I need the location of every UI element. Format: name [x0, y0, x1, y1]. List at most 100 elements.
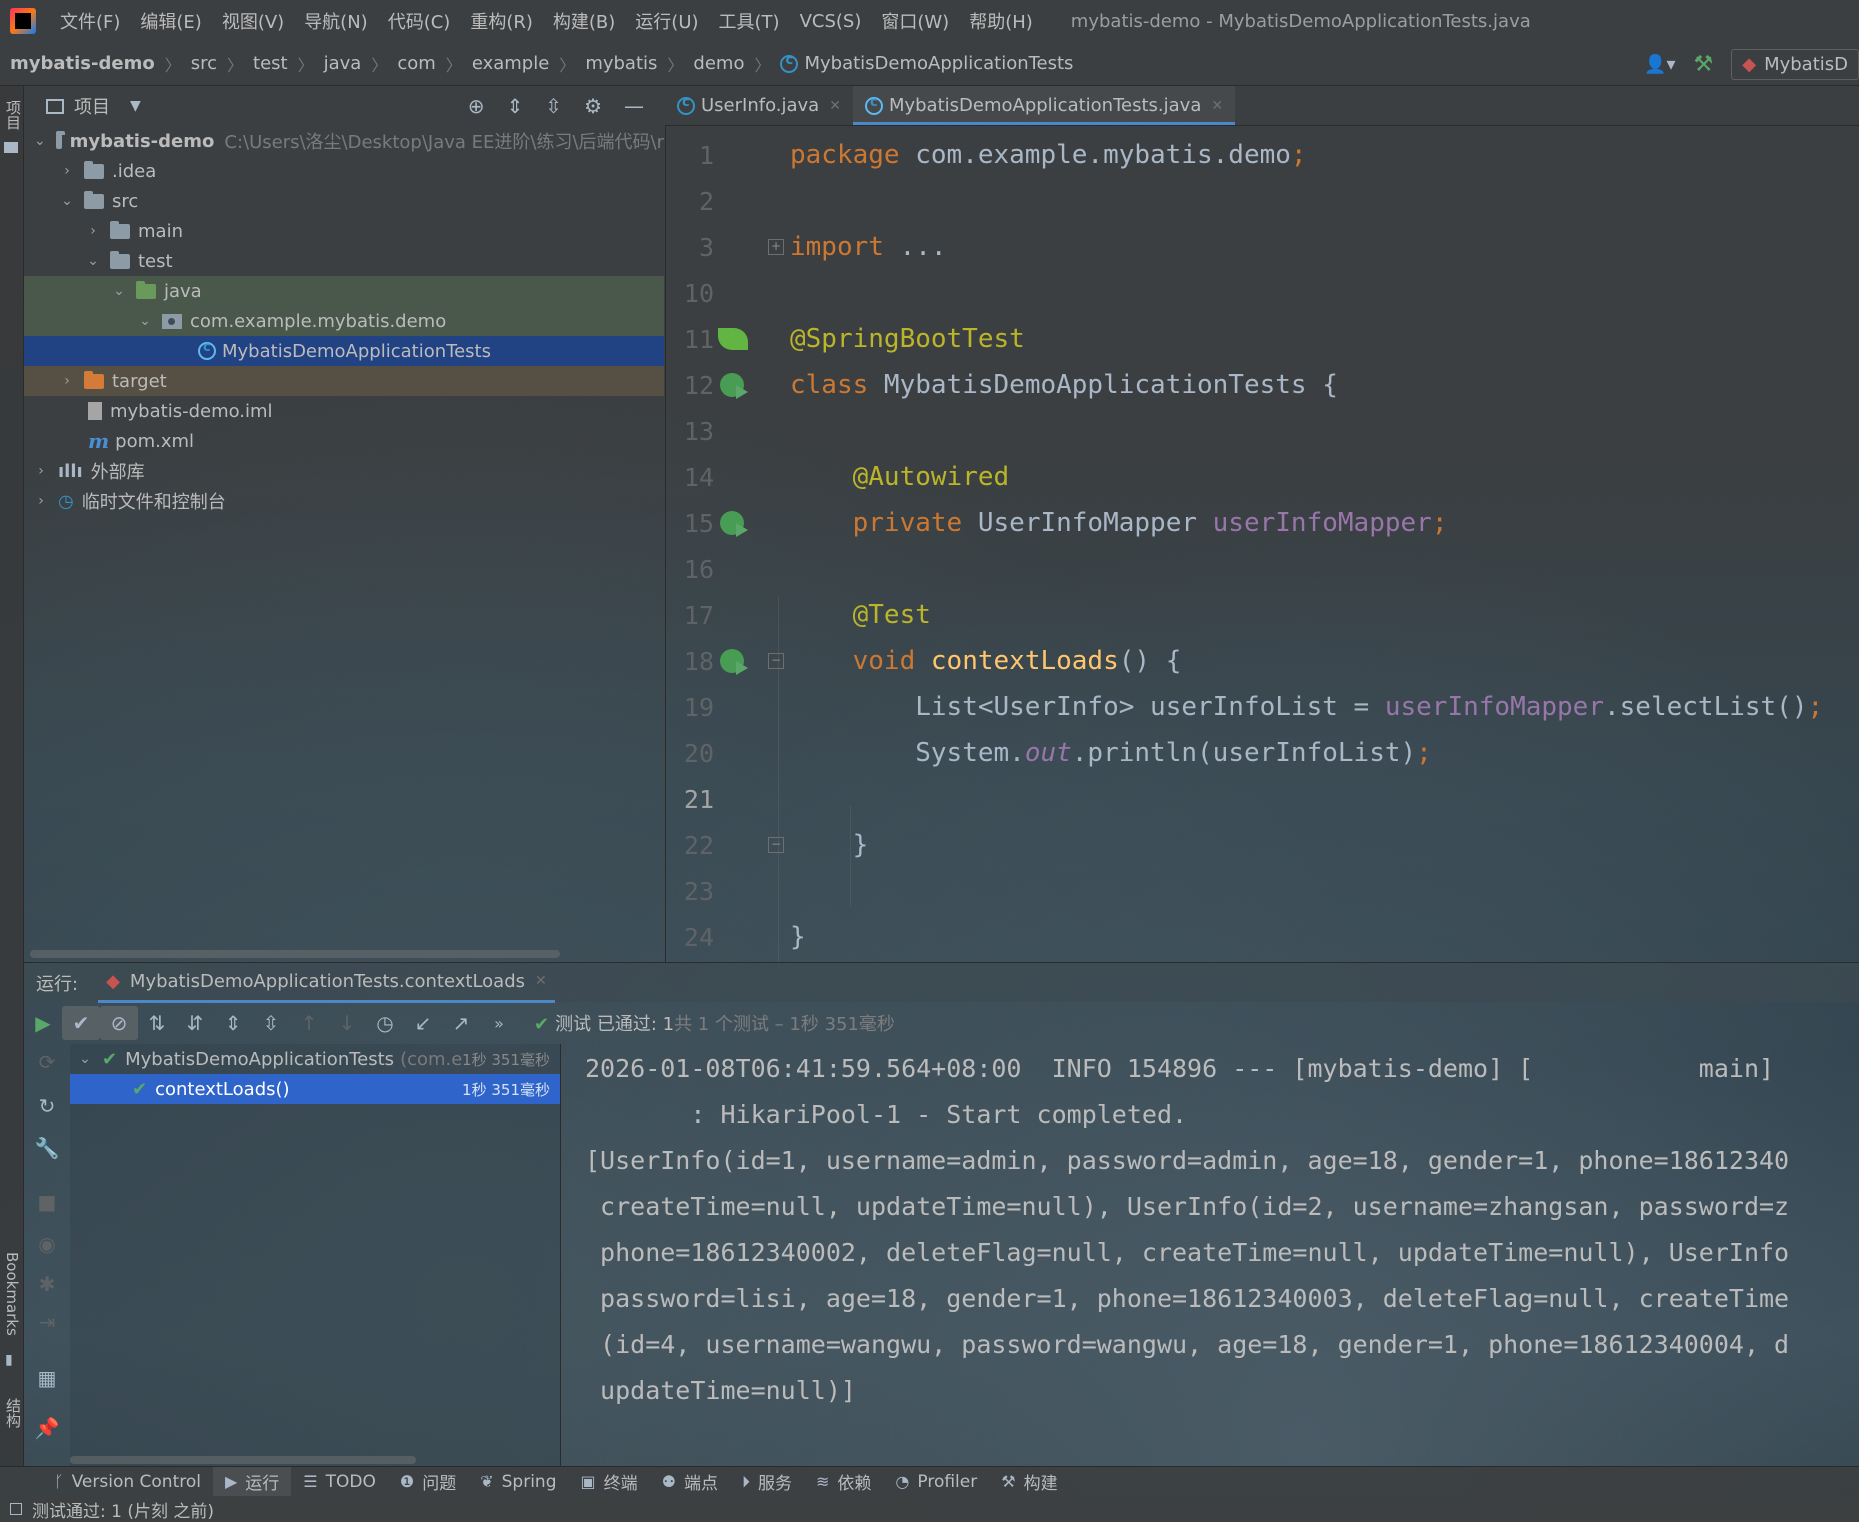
- tool-problems[interactable]: ❶ 问题: [388, 1467, 468, 1497]
- chevron-right-icon[interactable]: ›: [60, 163, 74, 179]
- tree-item-test[interactable]: ⌄ test: [24, 246, 664, 276]
- code-line[interactable]: 12 class MybatisDemoApplicationTests {: [666, 362, 1859, 408]
- layout-icon[interactable]: ▦: [34, 1366, 60, 1392]
- menu-vcs[interactable]: VCS(S): [790, 11, 872, 32]
- camera-icon[interactable]: ◉: [34, 1232, 60, 1258]
- breadcrumb-class[interactable]: MybatisDemoApplicationTests: [804, 53, 1073, 74]
- code-line[interactable]: 22 − }: [666, 822, 1859, 868]
- run-config-selector[interactable]: ◆ MybatisD: [1731, 48, 1859, 80]
- project-tool-button[interactable]: 项目: [3, 100, 24, 130]
- menu-edit[interactable]: 编辑(E): [130, 8, 211, 34]
- breadcrumb-com[interactable]: com: [397, 53, 435, 74]
- tool-build[interactable]: ⚒ 构建: [989, 1467, 1069, 1497]
- folder-icon[interactable]: [4, 142, 18, 153]
- breadcrumb-src[interactable]: src: [191, 53, 217, 74]
- locate-icon[interactable]: ⊕: [468, 94, 485, 118]
- tree-item-pom[interactable]: m pom.xml: [24, 426, 664, 456]
- tool-endpoints[interactable]: ⚉ 端点: [650, 1467, 730, 1497]
- import-tests-icon[interactable]: ↙: [404, 1006, 442, 1040]
- export-tests-icon[interactable]: ↗: [442, 1006, 480, 1040]
- menu-code[interactable]: 代码(C): [378, 8, 461, 34]
- run-tab[interactable]: ◆ MybatisDemoApplicationTests.contextLoa…: [98, 963, 555, 1003]
- more-icon[interactable]: »: [480, 1006, 518, 1040]
- run-test-icon[interactable]: [720, 373, 748, 399]
- menu-refactor[interactable]: 重构(R): [460, 8, 543, 34]
- tree-item-package[interactable]: ⌄ com.example.mybatis.demo: [24, 306, 664, 336]
- tab-userinfo[interactable]: UserInfo.java ✕: [665, 86, 853, 125]
- show-passed-icon[interactable]: ✔: [62, 1006, 100, 1040]
- close-icon[interactable]: ✕: [829, 98, 841, 114]
- tool-services[interactable]: ⏵ 服务: [730, 1467, 804, 1497]
- expand-all-icon[interactable]: ⇕: [214, 1006, 252, 1040]
- close-icon[interactable]: ✕: [535, 973, 547, 989]
- code-line[interactable]: 11 @SpringBootTest: [666, 316, 1859, 362]
- code-line[interactable]: 13: [666, 408, 1859, 454]
- code-line[interactable]: 2: [666, 178, 1859, 224]
- breadcrumb-mybatis[interactable]: mybatis: [585, 53, 657, 74]
- code-line[interactable]: 24 }: [666, 914, 1859, 960]
- breadcrumb-demo[interactable]: demo: [693, 53, 744, 74]
- autowired-bean-icon[interactable]: [720, 511, 748, 537]
- bookmark-icon[interactable]: ▮: [5, 1352, 13, 1368]
- menu-tools[interactable]: 工具(T): [709, 8, 790, 34]
- menu-window[interactable]: 窗口(W): [871, 8, 959, 34]
- code-editor[interactable]: 1 package com.example.mybatis.demo; 2 3 …: [665, 126, 1859, 976]
- rerun-icon[interactable]: ▶: [24, 1006, 62, 1040]
- next-failed-icon[interactable]: ↓: [328, 1006, 366, 1040]
- code-line[interactable]: 18 − void contextLoads() {: [666, 638, 1859, 684]
- code-line[interactable]: 3 + import ...: [666, 224, 1859, 270]
- user-dropdown-icon[interactable]: 👤▾: [1644, 54, 1675, 75]
- tool-run[interactable]: ▶ 运行: [212, 1466, 292, 1497]
- bookmarks-tool-button[interactable]: Bookmarks: [3, 1252, 21, 1336]
- gear-icon[interactable]: ⚙: [584, 94, 602, 118]
- project-view-selector[interactable]: 项目: [74, 93, 110, 119]
- chevron-down-icon[interactable]: ⌄: [34, 133, 46, 149]
- menu-view[interactable]: 视图(V): [212, 8, 294, 34]
- code-line[interactable]: 14 @Autowired: [666, 454, 1859, 500]
- tool-dependencies[interactable]: ≋ 依赖: [804, 1467, 883, 1497]
- fold-collapse-icon[interactable]: −: [768, 653, 784, 669]
- test-history-icon[interactable]: ◷: [366, 1006, 404, 1040]
- breadcrumb-java[interactable]: java: [324, 53, 362, 74]
- fold-end-icon[interactable]: −: [768, 837, 784, 853]
- breadcrumb-project[interactable]: mybatis-demo: [10, 53, 155, 74]
- tool-terminal[interactable]: ▣ 终端: [569, 1467, 650, 1497]
- status-message[interactable]: 测试通过: 1 (片刻 之前): [32, 1497, 214, 1522]
- menu-run[interactable]: 运行(U): [625, 8, 708, 34]
- console-output[interactable]: 2026-01-08T06:41:59.564+08:00 INFO 15489…: [560, 1044, 1859, 1466]
- stop-icon[interactable]: ■: [34, 1190, 60, 1216]
- run-test-icon[interactable]: [720, 649, 748, 675]
- tab-mybatis-tests[interactable]: MybatisDemoApplicationTests.java ✕: [852, 86, 1236, 125]
- tree-item-external-libraries[interactable]: › ıllı 外部库: [24, 456, 664, 486]
- menu-build[interactable]: 构建(B): [543, 8, 625, 34]
- fold-expand-icon[interactable]: +: [768, 239, 784, 255]
- test-suite-row[interactable]: ⌄ ✔ MybatisDemoApplicationTests (com.e 1…: [70, 1044, 560, 1074]
- collapse-all-icon[interactable]: ⇳: [252, 1006, 290, 1040]
- sort-duration-icon[interactable]: ⇵: [176, 1006, 214, 1040]
- expand-all-icon[interactable]: ⇕: [507, 94, 524, 118]
- code-line[interactable]: 20 System.out.println(userInfoList);: [666, 730, 1859, 776]
- tree-item-scratches[interactable]: › ◷ 临时文件和控制台: [24, 486, 664, 516]
- tree-item-src[interactable]: ⌄ src: [24, 186, 664, 216]
- breadcrumb-example[interactable]: example: [472, 53, 549, 74]
- code-line-current[interactable]: 21: [666, 776, 1859, 822]
- test-tree-scrollbar[interactable]: [70, 1456, 416, 1464]
- structure-tool-button[interactable]: 结构: [3, 1398, 24, 1428]
- code-line[interactable]: 16: [666, 546, 1859, 592]
- pin-icon[interactable]: 📌: [34, 1416, 60, 1442]
- tool-todo[interactable]: ☰ TODO: [291, 1467, 388, 1497]
- status-square-icon[interactable]: [10, 1503, 22, 1515]
- collapse-all-icon[interactable]: ⇳: [545, 94, 562, 118]
- intellij-logo-icon[interactable]: [10, 8, 36, 34]
- build-hammer-icon[interactable]: ⚒: [1693, 52, 1713, 77]
- code-line[interactable]: 19 List<UserInfo> userInfoList = userInf…: [666, 684, 1859, 730]
- test-case-row[interactable]: ✔ contextLoads() 1秒 351毫秒: [70, 1074, 560, 1104]
- exit-icon[interactable]: ⇥: [34, 1310, 60, 1336]
- chevron-right-icon[interactable]: ›: [34, 493, 48, 509]
- tool-profiler[interactable]: ◔ Profiler: [883, 1467, 989, 1497]
- tree-item-test-class[interactable]: MybatisDemoApplicationTests: [24, 336, 664, 366]
- chevron-down-icon[interactable]: ⌄: [60, 193, 74, 209]
- tree-item-target[interactable]: › target: [24, 366, 664, 396]
- menu-navigate[interactable]: 导航(N): [294, 8, 378, 34]
- show-ignored-icon[interactable]: ⊘: [100, 1006, 138, 1040]
